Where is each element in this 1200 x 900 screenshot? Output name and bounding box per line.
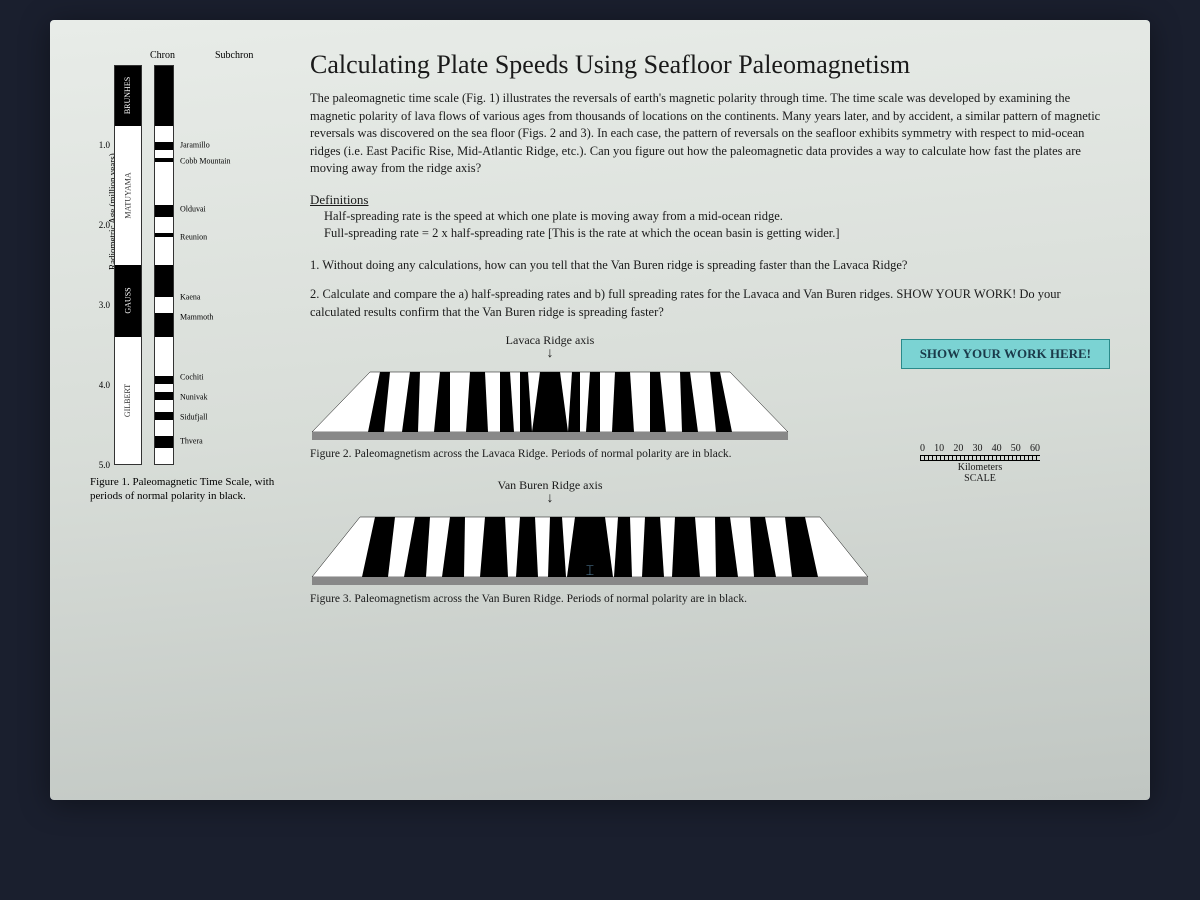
main-content: Calculating Plate Speeds Using Seafloor … [310, 50, 1110, 605]
page-title: Calculating Plate Speeds Using Seafloor … [310, 50, 1110, 80]
subchron-label: Nunivak [180, 393, 208, 402]
subchron-label: Jaramillo [180, 141, 210, 150]
y-axis: Radiometric Age (million years) 1.0 2.0 … [90, 65, 110, 465]
chron-header: Chron [150, 50, 175, 61]
definitions-body: Half-spreading rate is the speed at whic… [324, 208, 1110, 243]
chron-column: BRUNHES MATUYAMA GAUSS GILBERT [114, 65, 142, 465]
figure-1: Chron Subchron Radiometric Age (million … [90, 50, 280, 605]
lavaca-ridge-svg [310, 362, 790, 442]
scale-tick: 50 [1011, 443, 1021, 454]
chron-name: BRUNHES [124, 77, 133, 114]
subchron-label: Reunion [180, 233, 207, 242]
figure-1-caption: Figure 1. Paleomagnetic Time Scale, with… [90, 475, 280, 504]
y-tick: 1.0 [99, 140, 110, 150]
figure-2-caption: Figure 2. Paleomagnetism across the Lava… [310, 448, 790, 460]
y-tick: 2.0 [99, 220, 110, 230]
km-scale: 0 10 20 30 40 50 60 Kilometers SCALE [920, 443, 1040, 484]
chron-name: GILBERT [124, 384, 133, 417]
figure-3-caption: Figure 3. Paleomagnetism across the Van … [310, 593, 870, 605]
chron-name: GAUSS [124, 288, 133, 314]
scale-label: SCALE [920, 473, 1040, 484]
scale-tick: 60 [1030, 443, 1040, 454]
arrow-down-icon: ↓ [310, 491, 790, 507]
subchron-label: Cochiti [180, 373, 204, 382]
figure-2-lavaca [310, 362, 790, 442]
scale-tick: 30 [972, 443, 982, 454]
question-2: 2. Calculate and compare the a) half-spr… [310, 286, 1110, 321]
question-1: 1. Without doing any calculations, how c… [310, 257, 1110, 275]
y-tick: 4.0 [99, 380, 110, 390]
definitions-heading: Definitions [310, 192, 1110, 208]
show-work-box[interactable]: SHOW YOUR WORK HERE! [901, 339, 1110, 369]
chron-name: MATUYAMA [124, 172, 133, 218]
y-tick: 5.0 [99, 460, 110, 470]
figure-3-vanburen: ⌶ [310, 507, 870, 587]
scale-ruler [920, 455, 1040, 461]
subchron-label: Cobb Mountain [180, 157, 230, 166]
scale-tick: 40 [992, 443, 1002, 454]
scale-tick: 20 [953, 443, 963, 454]
scale-tick: 0 [920, 443, 925, 454]
scale-tick: 10 [934, 443, 944, 454]
scale-unit: Kilometers [920, 462, 1040, 473]
subchron-labels: Jaramillo Cobb Mountain Olduvai Reunion … [178, 65, 238, 465]
subchron-label: Thvera [180, 437, 203, 446]
y-tick: 3.0 [99, 300, 110, 310]
svg-text:⌶: ⌶ [586, 564, 594, 579]
document-page: Chron Subchron Radiometric Age (million … [50, 20, 1150, 800]
subchron-label: Olduvai [180, 205, 206, 214]
subchron-column [154, 65, 174, 465]
subchron-header: Subchron [215, 50, 253, 61]
vanburen-ridge-svg: ⌶ [310, 507, 870, 587]
subchron-label: Kaena [180, 293, 200, 302]
subchron-label: Mammoth [180, 313, 213, 322]
intro-paragraph: The paleomagnetic time scale (Fig. 1) il… [310, 90, 1110, 178]
figures-area: SHOW YOUR WORK HERE! Lavaca Ridge axis ↓ [310, 333, 1110, 605]
arrow-down-icon: ↓ [310, 346, 790, 362]
subchron-label: Sidufjall [180, 413, 208, 422]
